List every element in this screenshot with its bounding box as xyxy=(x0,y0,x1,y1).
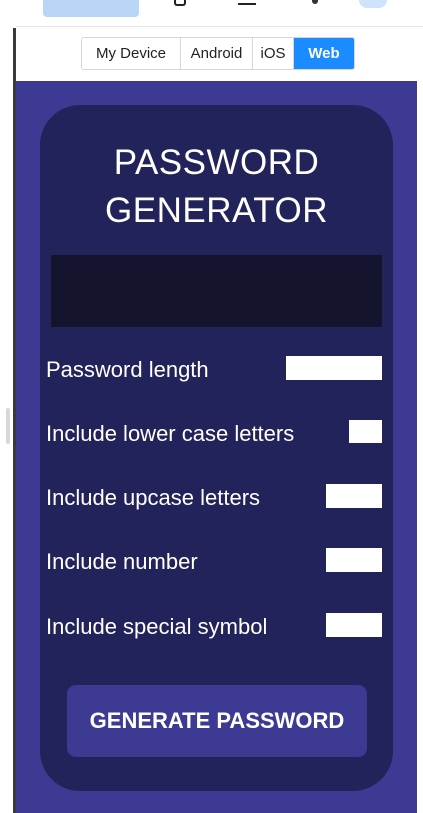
device-segmented-control: My Device Android iOS Web xyxy=(81,37,355,70)
number-label: Include number xyxy=(46,549,198,574)
top-toolbar xyxy=(16,0,423,27)
app-preview: PASSWORD GENERATOR Password length Inclu… xyxy=(16,81,417,813)
upcase-label: Include upcase letters xyxy=(46,485,261,510)
bag-icon[interactable] xyxy=(174,0,186,6)
device-option-my-device[interactable]: My Device xyxy=(82,38,181,69)
password-output[interactable] xyxy=(51,255,382,327)
toolbar-active-tab[interactable] xyxy=(43,0,139,17)
host-window-left-edge xyxy=(0,0,16,813)
lowercase-checkbox[interactable] xyxy=(349,420,382,443)
device-option-web[interactable]: Web xyxy=(294,38,354,69)
generate-password-button[interactable]: GENERATE PASSWORD xyxy=(67,685,367,757)
option-row-number: Include number xyxy=(46,548,382,576)
avatar[interactable] xyxy=(359,0,387,8)
symbol-checkbox[interactable] xyxy=(326,613,382,637)
page-title: PASSWORD GENERATOR xyxy=(40,139,393,235)
upload-icon[interactable] xyxy=(238,3,256,5)
password-generator-card: PASSWORD GENERATOR Password length Inclu… xyxy=(40,105,393,791)
option-row-lowercase: Include lower case letters xyxy=(46,420,382,448)
device-option-ios[interactable]: iOS xyxy=(253,38,294,69)
number-checkbox[interactable] xyxy=(326,548,382,572)
option-row-upcase: Include upcase letters xyxy=(46,484,382,512)
option-row-length: Password length xyxy=(46,356,382,384)
device-option-android[interactable]: Android xyxy=(181,38,253,69)
device-selector-bar: My Device Android iOS Web xyxy=(16,27,423,81)
title-line-1: PASSWORD xyxy=(113,143,320,182)
symbol-label: Include special symbol xyxy=(46,614,268,639)
option-row-symbol: Include special symbol xyxy=(46,613,382,641)
more-icon[interactable] xyxy=(312,0,318,4)
lowercase-label: Include lower case letters xyxy=(46,421,295,446)
resize-handle[interactable] xyxy=(6,408,10,444)
password-length-input[interactable] xyxy=(286,356,382,380)
title-line-2: GENERATOR xyxy=(105,191,328,230)
upcase-checkbox[interactable] xyxy=(326,484,382,508)
password-length-label: Password length xyxy=(46,357,209,382)
